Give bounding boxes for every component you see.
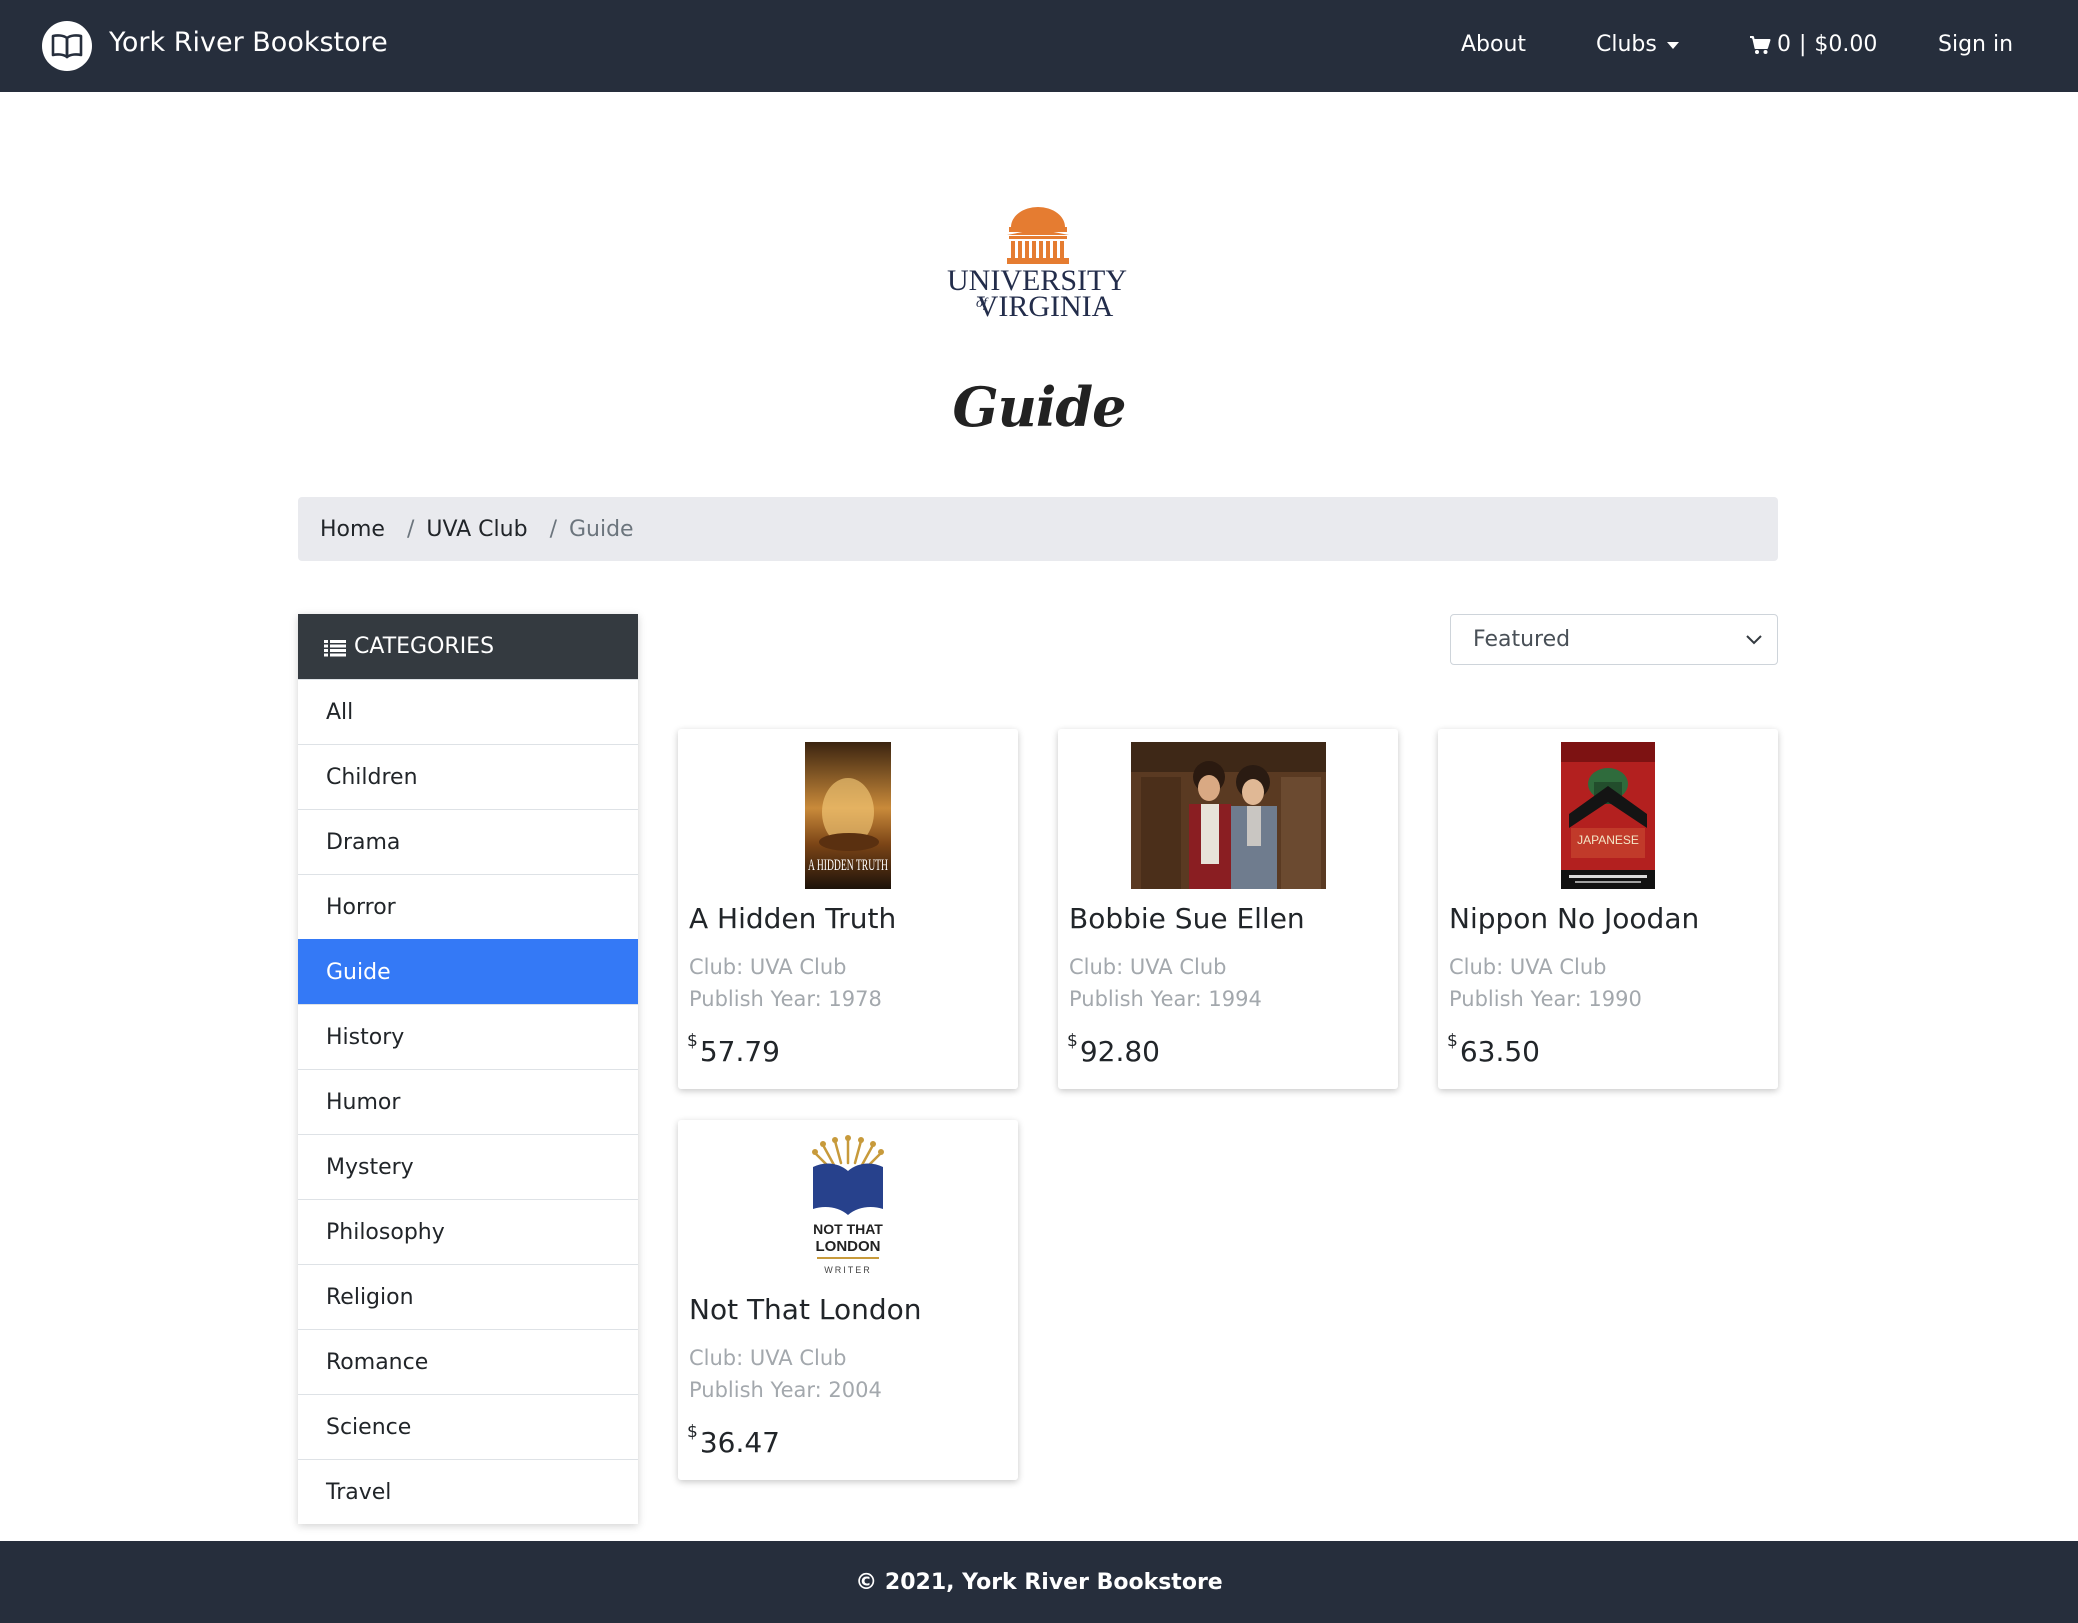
breadcrumb-current: Guide	[568, 516, 634, 542]
chevron-down-icon	[1745, 629, 1763, 647]
product-price: $36.47	[687, 1422, 780, 1459]
shopping-cart-icon	[1749, 35, 1771, 55]
product-price: $92.80	[1067, 1031, 1160, 1068]
open-book-icon	[42, 21, 92, 71]
price-value: 92.80	[1079, 1035, 1160, 1068]
breadcrumb-separator: /	[549, 516, 557, 542]
nav-clubs-label: Clubs	[1596, 32, 1657, 57]
category-item-science[interactable]: Science	[298, 1394, 638, 1459]
product-card[interactable]: NOT THAT LONDON WRITER Not That London C…	[678, 1120, 1018, 1480]
cover-line3-text: WRITER	[824, 1265, 872, 1275]
category-item-philosophy[interactable]: Philosophy	[298, 1199, 638, 1264]
page-title: Guide	[952, 375, 1126, 439]
breadcrumb-separator: /	[406, 516, 415, 542]
product-publish-year: Publish Year: 1994	[1069, 987, 1262, 1011]
currency-symbol: $	[687, 1422, 698, 1442]
sort-selected-value: Featured	[1473, 627, 1571, 652]
cart-total: $0.00	[1814, 32, 1878, 57]
category-item-romance[interactable]: Romance	[298, 1329, 638, 1394]
brand-link[interactable]: York River Bookstore	[42, 21, 388, 71]
category-item-history[interactable]: History	[298, 1004, 638, 1069]
sort-select[interactable]: Featured	[1450, 614, 1778, 665]
cover-title-text: JAPANESE	[1577, 833, 1639, 847]
category-item-guide[interactable]: Guide	[298, 939, 638, 1004]
list-icon	[324, 638, 346, 656]
product-club: Club: UVA Club	[689, 955, 847, 979]
product-publish-year: Publish Year: 2004	[689, 1378, 882, 1402]
nav-about-link[interactable]: About	[1461, 32, 1526, 57]
breadcrumb-home-link[interactable]: Home	[320, 517, 385, 542]
product-publish-year: Publish Year: 1990	[1449, 987, 1642, 1011]
cover-line2-text: LONDON	[816, 1238, 881, 1255]
category-item-children[interactable]: Children	[298, 744, 638, 809]
cart-count: 0	[1777, 32, 1791, 57]
product-club: Club: UVA Club	[689, 1346, 847, 1370]
product-card[interactable]: JAPANESE Nippon No Joodan Club: UVA Club…	[1438, 729, 1778, 1089]
breadcrumb: Home / UVA Club / Guide	[298, 497, 1778, 561]
book-cover-image[interactable]: NOT THAT LONDON WRITER	[678, 1133, 1018, 1280]
cover-title-text: A HIDDEN TRUTH	[808, 857, 888, 874]
category-item-mystery[interactable]: Mystery	[298, 1134, 638, 1199]
product-publish-year: Publish Year: 1978	[689, 987, 882, 1011]
book-cover-image[interactable]	[1058, 742, 1398, 889]
category-item-travel[interactable]: Travel	[298, 1459, 638, 1524]
logo-virginia-text: VIRGINIA	[977, 290, 1114, 323]
page-footer: © 2021, York River Bookstore	[0, 1541, 2078, 1623]
cart-separator: |	[1799, 32, 1807, 57]
category-item-drama[interactable]: Drama	[298, 809, 638, 874]
product-price: $63.50	[1447, 1031, 1540, 1068]
price-value: 63.50	[1459, 1035, 1540, 1068]
category-item-horror[interactable]: Horror	[298, 874, 638, 939]
category-item-humor[interactable]: Humor	[298, 1069, 638, 1134]
product-title[interactable]: Not That London	[689, 1293, 921, 1326]
categories-header-label: CATEGORIES	[354, 634, 495, 659]
breadcrumb-club-link[interactable]: UVA Club	[426, 517, 527, 542]
product-club: Club: UVA Club	[1449, 955, 1607, 979]
brand-name: York River Bookstore	[109, 26, 388, 58]
nav-cart-link[interactable]: 0 | $0.00	[1749, 32, 1877, 57]
product-title[interactable]: Bobbie Sue Ellen	[1069, 902, 1305, 935]
university-of-virginia-logo: UNIVERSITY of VIRGINIA	[945, 205, 1130, 323]
currency-symbol: $	[1067, 1031, 1078, 1051]
categories-sidebar: CATEGORIES All Children Drama Horror Gui…	[298, 614, 638, 1524]
category-item-all[interactable]: All	[298, 679, 638, 744]
product-title[interactable]: Nippon No Joodan	[1449, 902, 1699, 935]
sign-in-link[interactable]: Sign in	[1938, 32, 2013, 57]
nav-clubs-dropdown[interactable]: Clubs	[1596, 32, 1679, 57]
product-club: Club: UVA Club	[1069, 955, 1227, 979]
product-title[interactable]: A Hidden Truth	[689, 902, 896, 935]
caret-down-icon	[1666, 42, 1679, 49]
currency-symbol: $	[687, 1031, 698, 1051]
product-card[interactable]: A HIDDEN TRUTH A Hidden Truth Club: UVA …	[678, 729, 1018, 1089]
top-navbar: York River Bookstore About Clubs 0 | $0.…	[0, 0, 2078, 92]
book-cover-image[interactable]: A HIDDEN TRUTH	[678, 742, 1018, 889]
footer-copyright: © 2021, York River Bookstore	[855, 1569, 1223, 1595]
category-item-religion[interactable]: Religion	[298, 1264, 638, 1329]
product-price: $57.79	[687, 1031, 780, 1068]
categories-header: CATEGORIES	[298, 614, 638, 679]
price-value: 36.47	[699, 1426, 780, 1459]
product-card[interactable]: Bobbie Sue Ellen Club: UVA Club Publish …	[1058, 729, 1398, 1089]
price-value: 57.79	[699, 1035, 780, 1068]
book-cover-image[interactable]: JAPANESE	[1438, 742, 1778, 889]
cover-line1-text: NOT THAT	[813, 1221, 883, 1237]
currency-symbol: $	[1447, 1031, 1458, 1051]
